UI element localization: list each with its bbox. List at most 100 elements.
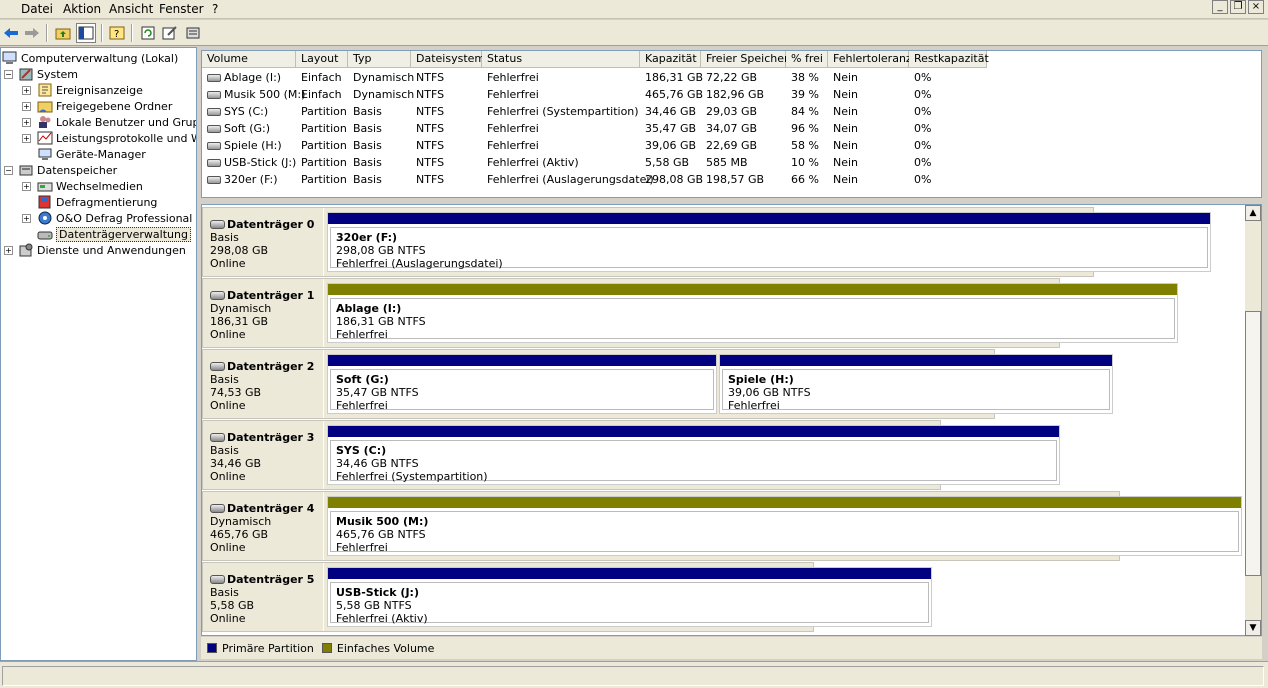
volume-cell: NTFS (416, 137, 444, 154)
volume-cell: 96 % (791, 120, 819, 137)
tree-geraete-label: Geräte-Manager (56, 147, 146, 161)
expand-freigegeben[interactable]: + (22, 102, 31, 111)
up-folder-icon[interactable] (53, 23, 73, 43)
tree-freigegeben[interactable]: Freigegebene Ordner (37, 98, 172, 114)
back-icon[interactable] (1, 23, 21, 43)
col-typ[interactable]: Typ (348, 51, 411, 68)
volume-cell-text: 298,08 GB (645, 173, 704, 186)
help-icon[interactable]: ? (107, 23, 127, 43)
forward-icon[interactable] (22, 23, 42, 43)
menu-datei[interactable]: Datei (21, 2, 53, 16)
restore-button[interactable]: ❐ (1230, 0, 1246, 14)
volume-cell: 10 % (791, 154, 819, 171)
partition-name: Soft (G:) (336, 373, 389, 386)
disk-name: Datenträger 0 (210, 218, 323, 231)
volume-cell-text: 29,03 GB (706, 105, 758, 118)
volume-cell-text: Nein (833, 122, 859, 135)
col-status[interactable]: Status (482, 51, 640, 68)
show-tree-icon[interactable] (76, 23, 96, 43)
disk-state: Online (210, 541, 246, 554)
disk-info[interactable]: Datenträger 0 Basis 298,08 GB Online (203, 208, 324, 276)
tree-geraete[interactable]: Geräte-Manager (37, 146, 146, 162)
disk-info[interactable]: Datenträger 1 Dynamisch 186,31 GB Online (203, 279, 324, 347)
expand-oo[interactable]: + (22, 214, 31, 223)
disk-info[interactable]: Datenträger 4 Dynamisch 465,76 GB Online (203, 492, 324, 560)
col-freier-speicher[interactable]: Freier Speicher (701, 51, 789, 68)
partition-block[interactable]: Spiele (H:) 39,06 GB NTFS Fehlerfrei (719, 354, 1113, 414)
tree-leistung[interactable]: Leistungsprotokolle und Warnungen (37, 130, 196, 146)
scroll-up-icon[interactable]: ▲ (1245, 205, 1261, 221)
volume-row[interactable]: USB-Stick (J:) Partition Basis NTFS Fehlerfr… (202, 154, 1261, 171)
tree-leistung-label: Leistungsprotokolle und Warnungen (56, 131, 196, 145)
expand-dienste[interactable]: + (4, 246, 13, 255)
col-restkapazitaet[interactable]: Restkapazität (909, 51, 989, 68)
tree-benutzer[interactable]: Lokale Benutzer und Gruppen (37, 114, 196, 130)
disk-info[interactable]: Datenträger 2 Basis 74,53 GB Online (203, 350, 324, 418)
expand-benutzer[interactable]: + (22, 118, 31, 127)
disk-info[interactable]: Datenträger 5 Basis 5,58 GB Online (203, 563, 324, 631)
tree-ereignis[interactable]: Ereignisanzeige (37, 82, 143, 98)
volume-cell-text: Einfach (301, 88, 342, 101)
volume-cell: Partition (301, 103, 347, 120)
volume-cell-text: 186,31 GB (645, 71, 704, 84)
partition-block[interactable]: Soft (G:) 35,47 GB NTFS Fehlerfrei (327, 354, 717, 414)
partition-block[interactable]: Ablage (I:) 186,31 GB NTFS Fehlerfrei (327, 283, 1178, 343)
partition-block[interactable]: Musik 500 (M:) 465,76 GB NTFS Fehlerfrei (327, 496, 1242, 556)
refresh-icon[interactable] (138, 23, 158, 43)
volume-row[interactable]: 320er (F:) Partition Basis NTFS Fehlerfrei (… (202, 171, 1261, 188)
disk-info[interactable]: Datenträger 3 Basis 34,46 GB Online (203, 421, 324, 489)
volume-row[interactable]: Ablage (I:) Einfach Dynamisch NTFS Fehlerfre… (202, 69, 1261, 86)
volume-cell: 5,58 GB (645, 154, 689, 171)
menu-help[interactable]: ? (212, 2, 218, 16)
volume-cell: 0% (914, 120, 931, 137)
volume-cell-text: Dynamisch (353, 88, 415, 101)
tree-root[interactable]: Computerverwaltung (Lokal) (2, 50, 178, 66)
tree-dtv[interactable]: Datenträgerverwaltung (37, 226, 191, 242)
partition-block[interactable]: USB-Stick (J:) 5,58 GB NTFS Fehlerfrei (Ak… (327, 567, 932, 627)
volume-row[interactable]: Musik 500 (M:) Einfach Dynamisch NTFS Fehler… (202, 86, 1261, 103)
volume-row[interactable]: Soft (G:) Partition Basis NTFS Fehlerfrei 35,… (202, 120, 1261, 137)
col-layout[interactable]: Layout (296, 51, 348, 68)
tree-wechsel[interactable]: Wechselmedien (37, 178, 143, 194)
menu-fenster[interactable]: Fenster (159, 2, 204, 16)
expand-wechsel[interactable]: + (22, 182, 31, 191)
users-icon (37, 115, 53, 129)
col-fehlertoleranz[interactable]: Fehlertoleranz (828, 51, 912, 68)
expand-ereignis[interactable]: + (22, 86, 31, 95)
vscroll-thumb[interactable] (1245, 311, 1261, 576)
properties-icon[interactable] (160, 23, 180, 43)
menu-ansicht[interactable]: Ansicht (109, 2, 153, 16)
scroll-down-icon[interactable]: ▼ (1245, 620, 1261, 636)
volume-cell-text: 0% (914, 139, 932, 152)
tree-system[interactable]: System (18, 66, 78, 82)
close-button[interactable]: × (1248, 0, 1264, 14)
minimize-button[interactable]: _ (1212, 0, 1228, 14)
col-dateisystem[interactable]: Dateisystem (411, 51, 485, 68)
volume-cell: 34,46 GB (645, 103, 696, 120)
legend-simple-swatch (321, 643, 332, 653)
col-volume[interactable]: Volume (202, 51, 296, 68)
disk-graph: Datenträger 0 Basis 298,08 GB Online 320er (… (201, 204, 1262, 636)
volume-cell-text: NTFS (416, 122, 445, 135)
collapse-datenspeicher[interactable]: − (4, 166, 13, 175)
disk-type: Basis (210, 586, 239, 599)
menu-aktion[interactable]: Aktion (63, 2, 101, 16)
tree-datenspeicher[interactable]: Datenspeicher (18, 162, 117, 178)
graph-vertical-scrollbar[interactable]: ▲ ▼ (1245, 205, 1261, 636)
volume-cell-text: NTFS (416, 88, 445, 101)
partition-block[interactable]: 320er (F:) 298,08 GB NTFS Fehlerfrei (Ausl… (327, 212, 1211, 272)
legend-primary-swatch (207, 643, 217, 653)
tree-oo[interactable]: O&O Defrag Professional Edition (37, 210, 196, 226)
tree-defrag[interactable]: Defragmentierung (37, 194, 157, 210)
col-prozent-frei[interactable]: % frei (786, 51, 828, 68)
expand-leistung[interactable]: + (22, 134, 31, 143)
volume-cell-text: Nein (833, 88, 859, 101)
volume-cell: NTFS (416, 69, 444, 86)
settings-icon[interactable] (183, 23, 203, 43)
partition-block[interactable]: SYS (C:) 34,46 GB NTFS Fehlerfrei (Systemp… (327, 425, 1060, 485)
volume-row[interactable]: Spiele (H:) Partition Basis NTFS Fehlerfrei 3… (202, 137, 1261, 154)
volume-row[interactable]: SYS (C:) Partition Basis NTFS Fehlerfrei (Sy… (202, 103, 1261, 120)
tree-dienste[interactable]: Dienste und Anwendungen (18, 242, 186, 258)
col-kapazitaet[interactable]: Kapazität (640, 51, 701, 68)
collapse-system[interactable]: − (4, 70, 13, 79)
